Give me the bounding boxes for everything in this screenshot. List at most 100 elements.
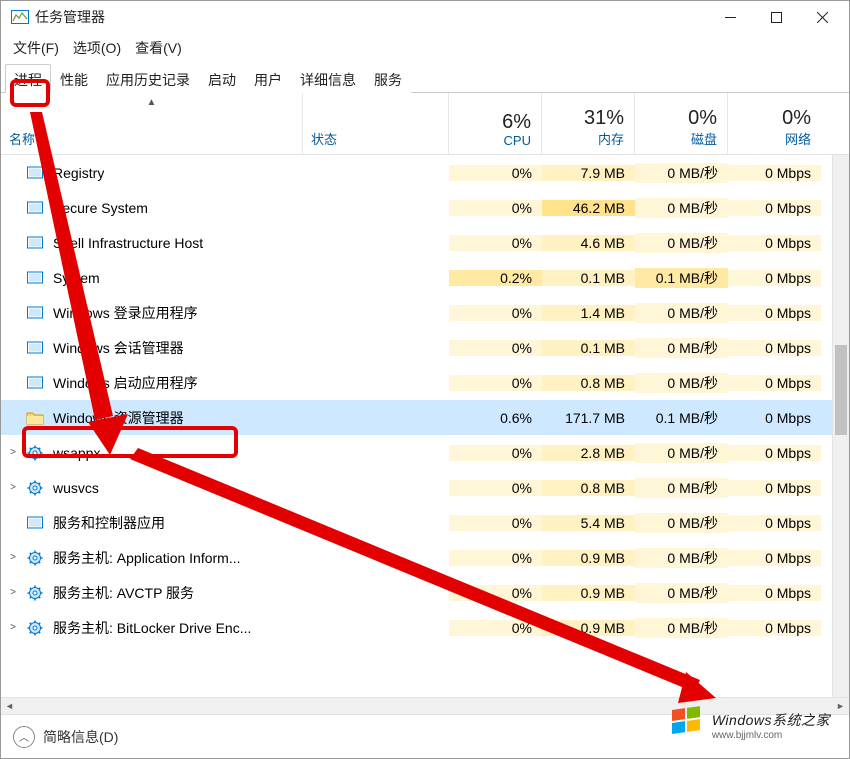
- process-row[interactable]: >服务主机: BitLocker Drive Enc...0%0.9 MB0 M…: [1, 610, 849, 645]
- network-cell: 0 Mbps: [728, 585, 821, 601]
- process-name: Windows 启动应用程序: [53, 373, 198, 393]
- process-row[interactable]: >wusvcs0%0.8 MB0 MB/秒0 Mbps: [1, 470, 849, 505]
- process-row[interactable]: >服务主机: Application Inform...0%0.9 MB0 MB…: [1, 540, 849, 575]
- process-icon: [25, 163, 45, 183]
- process-row[interactable]: Shell Infrastructure Host0%4.6 MB0 MB/秒0…: [1, 225, 849, 260]
- col-status[interactable]: 状态: [303, 93, 449, 154]
- network-cell: 0 Mbps: [728, 445, 821, 461]
- memory-cell: 0.8 MB: [542, 480, 635, 496]
- tab-processes[interactable]: 进程: [5, 64, 51, 93]
- expand-icon[interactable]: >: [1, 482, 25, 493]
- col-name[interactable]: ▲ 名称: [1, 93, 303, 154]
- process-row[interactable]: Secure System0%46.2 MB0 MB/秒0 Mbps: [1, 190, 849, 225]
- scroll-right-icon[interactable]: ►: [832, 698, 849, 714]
- network-cell: 0 Mbps: [728, 515, 821, 531]
- expand-icon[interactable]: >: [1, 587, 25, 598]
- cpu-cell: 0%: [449, 550, 542, 566]
- disk-cell: 0 MB/秒: [635, 478, 728, 498]
- network-cell: 0 Mbps: [728, 305, 821, 321]
- network-cell: 0 Mbps: [728, 480, 821, 496]
- process-name: 服务主机: BitLocker Drive Enc...: [53, 618, 251, 638]
- expand-icon[interactable]: >: [1, 447, 25, 458]
- process-icon: [25, 303, 45, 323]
- process-row[interactable]: >wsappx0%2.8 MB0 MB/秒0 Mbps: [1, 435, 849, 470]
- process-icon: [25, 233, 45, 253]
- app-icon: [11, 8, 29, 26]
- col-network[interactable]: 0% 网络: [728, 93, 821, 154]
- memory-cell: 0.9 MB: [542, 620, 635, 636]
- tab-startup[interactable]: 启动: [199, 64, 245, 93]
- windows-logo-icon: [670, 706, 704, 745]
- process-row[interactable]: System0.2%0.1 MB0.1 MB/秒0 Mbps: [1, 260, 849, 295]
- memory-cell: 5.4 MB: [542, 515, 635, 531]
- tab-performance[interactable]: 性能: [51, 64, 97, 93]
- process-row[interactable]: Registry0%7.9 MB0 MB/秒0 Mbps: [1, 155, 849, 190]
- scroll-left-icon[interactable]: ◄: [1, 698, 18, 714]
- process-icon: [25, 548, 45, 568]
- cpu-cell: 0.6%: [449, 410, 542, 426]
- tab-details[interactable]: 详细信息: [291, 64, 365, 93]
- process-icon: [25, 618, 45, 638]
- tab-services[interactable]: 服务: [365, 64, 411, 93]
- network-cell: 0 Mbps: [728, 375, 821, 391]
- sort-caret-icon: ▲: [147, 97, 157, 108]
- disk-cell: 0 MB/秒: [635, 233, 728, 253]
- cpu-cell: 0%: [449, 165, 542, 181]
- disk-cell: 0 MB/秒: [635, 373, 728, 393]
- memory-cell: 2.8 MB: [542, 445, 635, 461]
- process-icon: [25, 373, 45, 393]
- scrollbar-thumb[interactable]: [835, 345, 847, 435]
- col-cpu[interactable]: 6% CPU: [449, 93, 542, 154]
- process-icon: [25, 583, 45, 603]
- maximize-button[interactable]: [753, 1, 799, 33]
- cpu-cell: 0%: [449, 305, 542, 321]
- process-name: wsappx: [53, 445, 100, 461]
- memory-cell: 171.7 MB: [542, 410, 635, 426]
- process-row[interactable]: Windows 资源管理器0.6%171.7 MB0.1 MB/秒0 Mbps: [1, 400, 849, 435]
- process-row[interactable]: Windows 启动应用程序0%0.8 MB0 MB/秒0 Mbps: [1, 365, 849, 400]
- window-title: 任务管理器: [35, 7, 105, 27]
- menu-file[interactable]: 文件(F): [13, 38, 59, 58]
- cpu-cell: 0%: [449, 200, 542, 216]
- process-icon: [25, 513, 45, 533]
- process-row[interactable]: Windows 会话管理器0%0.1 MB0 MB/秒0 Mbps: [1, 330, 849, 365]
- disk-cell: 0 MB/秒: [635, 583, 728, 603]
- titlebar[interactable]: 任务管理器: [1, 1, 849, 33]
- network-cell: 0 Mbps: [728, 235, 821, 251]
- process-name: Windows 资源管理器: [53, 408, 184, 428]
- menu-options[interactable]: 选项(O): [73, 38, 121, 58]
- col-disk[interactable]: 0% 磁盘: [635, 93, 728, 154]
- expand-icon[interactable]: >: [1, 622, 25, 633]
- memory-cell: 0.8 MB: [542, 375, 635, 391]
- disk-cell: 0 MB/秒: [635, 303, 728, 323]
- tab-app-history[interactable]: 应用历史记录: [97, 64, 199, 93]
- process-name: System: [53, 270, 100, 286]
- process-name: 服务主机: Application Inform...: [53, 548, 241, 568]
- network-cell: 0 Mbps: [728, 165, 821, 181]
- expand-icon[interactable]: >: [1, 552, 25, 563]
- vertical-scrollbar[interactable]: [832, 155, 849, 697]
- process-row[interactable]: Windows 登录应用程序0%1.4 MB0 MB/秒0 Mbps: [1, 295, 849, 330]
- tab-strip: 进程 性能 应用历史记录 启动 用户 详细信息 服务: [1, 63, 849, 93]
- menu-view[interactable]: 查看(V): [135, 38, 182, 58]
- process-icon: [25, 443, 45, 463]
- disk-cell: 0 MB/秒: [635, 198, 728, 218]
- col-memory[interactable]: 31% 内存: [542, 93, 635, 154]
- menubar: 文件(F) 选项(O) 查看(V): [1, 33, 849, 63]
- tab-users[interactable]: 用户: [245, 64, 291, 93]
- cpu-cell: 0.2%: [449, 270, 542, 286]
- process-row[interactable]: 服务和控制器应用0%5.4 MB0 MB/秒0 Mbps: [1, 505, 849, 540]
- task-manager-window: 任务管理器 文件(F) 选项(O) 查看(V) 进程 性能 应用历史记录 启动 …: [0, 0, 850, 759]
- process-icon: [25, 338, 45, 358]
- network-cell: 0 Mbps: [728, 270, 821, 286]
- process-name: Shell Infrastructure Host: [53, 235, 203, 251]
- network-cell: 0 Mbps: [728, 200, 821, 216]
- minimize-button[interactable]: [707, 1, 753, 33]
- disk-cell: 0 MB/秒: [635, 548, 728, 568]
- fewer-details-button[interactable]: ︿ 简略信息(D): [13, 726, 118, 748]
- process-name: Secure System: [53, 200, 148, 216]
- cpu-cell: 0%: [449, 235, 542, 251]
- process-row[interactable]: >服务主机: AVCTP 服务0%0.9 MB0 MB/秒0 Mbps: [1, 575, 849, 610]
- cpu-cell: 0%: [449, 620, 542, 636]
- close-button[interactable]: [799, 1, 845, 33]
